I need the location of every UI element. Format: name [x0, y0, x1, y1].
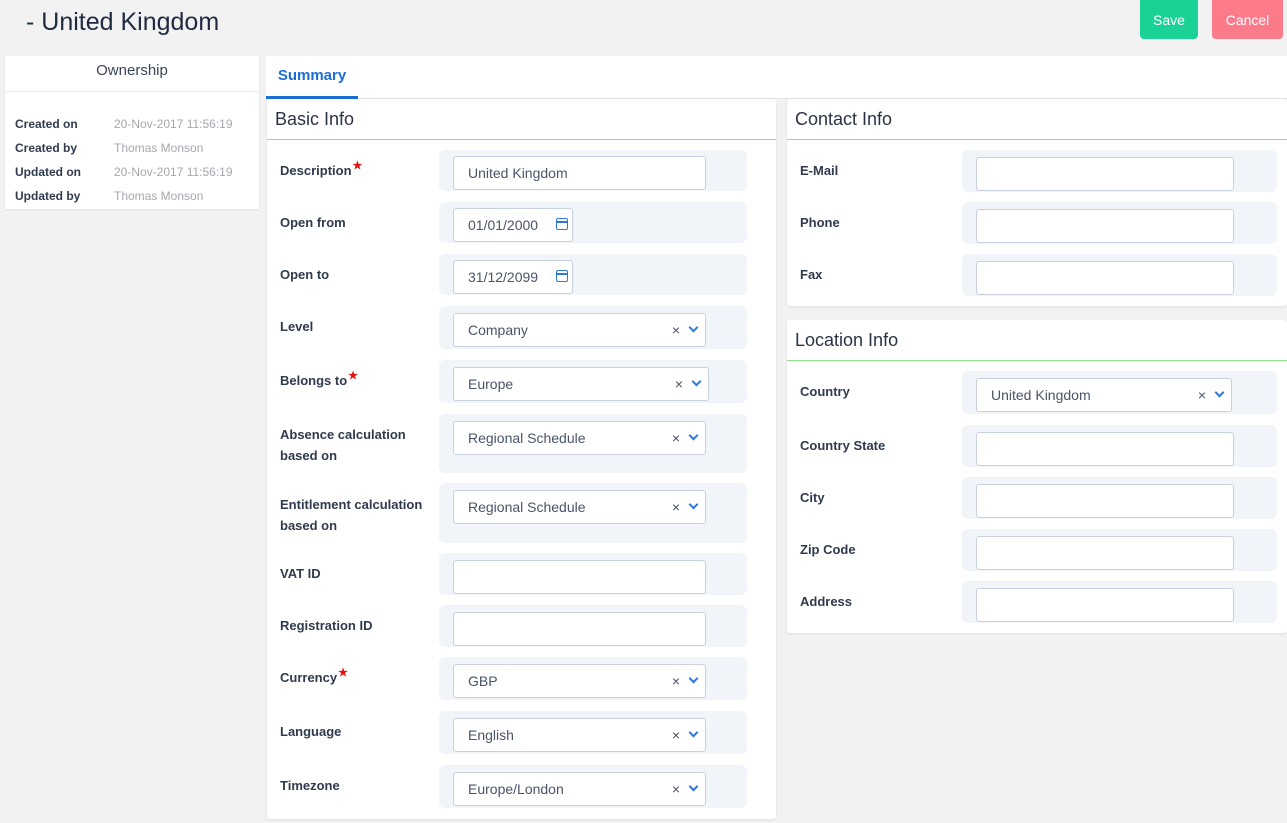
ownership-value: Thomas Monson: [114, 189, 204, 203]
ownership-value: 20-Nov-2017 11:56:19: [114, 117, 233, 131]
address-label: Address: [800, 594, 853, 609]
chevron-down-icon[interactable]: [1214, 387, 1225, 398]
description-label: Description★: [280, 160, 363, 178]
ownership-value: Thomas Monson: [114, 141, 204, 155]
location-info-title: Location Info: [787, 320, 1287, 361]
level-select[interactable]: Company ×: [453, 313, 706, 347]
chevron-down-icon[interactable]: [688, 781, 699, 792]
clear-icon[interactable]: ×: [672, 773, 680, 805]
country-label: Country: [800, 384, 850, 399]
fax-label: Fax: [800, 267, 823, 282]
address-input[interactable]: [976, 588, 1234, 622]
location-info-card: Location Info Country United Kingdom × Co…: [787, 320, 1287, 633]
fax-input[interactable]: [976, 261, 1234, 295]
phone-label: Phone: [800, 215, 840, 230]
chevron-down-icon[interactable]: [688, 499, 699, 510]
city-label: City: [800, 490, 825, 505]
clear-icon[interactable]: ×: [672, 665, 680, 697]
entitlement-calc-label: Entitlement calculation based on: [280, 497, 423, 533]
contact-info-title: Contact Info: [787, 99, 1287, 140]
chevron-down-icon[interactable]: [688, 322, 699, 333]
cancel-button[interactable]: Cancel: [1212, 0, 1283, 39]
ownership-row: Created by Thomas Monson: [5, 136, 259, 160]
clear-icon[interactable]: ×: [672, 422, 680, 454]
country-state-input[interactable]: [976, 432, 1234, 466]
vat-id-label: VAT ID: [280, 566, 321, 581]
required-icon: ★: [338, 667, 348, 679]
currency-label: Currency★: [280, 667, 348, 685]
chevron-down-icon[interactable]: [688, 673, 699, 684]
belongs-to-select[interactable]: Europe ×: [453, 367, 709, 401]
basic-info-title: Basic Info: [267, 99, 776, 140]
chevron-down-icon[interactable]: [688, 430, 699, 441]
email-input[interactable]: [976, 157, 1234, 191]
open-to-label: Open to: [280, 267, 330, 282]
level-label: Level: [280, 319, 314, 334]
vat-id-input[interactable]: [453, 560, 706, 594]
ownership-label: Updated on: [15, 165, 81, 179]
required-icon: ★: [348, 370, 359, 382]
clear-icon[interactable]: ×: [675, 368, 683, 400]
email-label: E-Mail: [800, 163, 839, 178]
ownership-label: Created by: [15, 141, 78, 155]
currency-select[interactable]: GBP ×: [453, 664, 706, 698]
tab-summary[interactable]: Summary: [266, 56, 358, 99]
timezone-select[interactable]: Europe/London ×: [453, 772, 706, 806]
ownership-row: Updated by Thomas Monson: [5, 184, 259, 208]
clear-icon[interactable]: ×: [1198, 379, 1206, 411]
registration-id-input[interactable]: [453, 612, 706, 646]
absence-calc-label: Absence calculation based on: [280, 427, 406, 463]
language-label: Language: [280, 724, 342, 739]
calendar-icon[interactable]: [556, 270, 568, 282]
description-input[interactable]: United Kingdom: [453, 156, 706, 190]
ownership-title: Ownership: [5, 56, 259, 92]
ownership-panel: Ownership Created on 20-Nov-2017 11:56:1…: [5, 56, 259, 209]
ownership-value: 20-Nov-2017 11:56:19: [114, 165, 233, 179]
absence-calc-select[interactable]: Regional Schedule ×: [453, 421, 706, 455]
open-from-label: Open from: [280, 215, 346, 230]
belongs-to-label: Belongs to★: [280, 370, 359, 388]
country-state-label: Country State: [800, 438, 886, 453]
open-to-date-input[interactable]: 31/12/2099: [453, 260, 573, 294]
save-button[interactable]: Save: [1140, 0, 1198, 39]
clear-icon[interactable]: ×: [672, 491, 680, 523]
calendar-icon[interactable]: [556, 218, 568, 230]
page-title: - United Kingdom: [26, 8, 220, 36]
ownership-label: Created on: [15, 117, 78, 131]
zip-code-label: Zip Code: [800, 542, 856, 557]
tab-bar: Summary: [266, 56, 1287, 99]
ownership-label: Updated by: [15, 189, 81, 203]
entitlement-calc-select[interactable]: Regional Schedule ×: [453, 490, 706, 524]
contact-info-card: Contact Info E-Mail Phone Fax: [787, 99, 1287, 306]
timezone-label: Timezone: [280, 778, 340, 793]
required-icon: ★: [352, 160, 363, 172]
country-select[interactable]: United Kingdom ×: [976, 378, 1232, 412]
ownership-row: Created on 20-Nov-2017 11:56:19: [5, 112, 259, 136]
clear-icon[interactable]: ×: [672, 314, 680, 346]
phone-input[interactable]: [976, 209, 1234, 243]
registration-id-label: Registration ID: [280, 618, 373, 633]
clear-icon[interactable]: ×: [672, 719, 680, 751]
chevron-down-icon[interactable]: [691, 376, 702, 387]
city-input[interactable]: [976, 484, 1234, 518]
chevron-down-icon[interactable]: [688, 727, 699, 738]
open-from-date-input[interactable]: 01/01/2000: [453, 208, 573, 242]
language-select[interactable]: English ×: [453, 718, 706, 752]
basic-info-card: Basic Info Description★ United Kingdom O…: [267, 99, 776, 819]
zip-code-input[interactable]: [976, 536, 1234, 570]
ownership-row: Updated on 20-Nov-2017 11:56:19: [5, 160, 259, 184]
